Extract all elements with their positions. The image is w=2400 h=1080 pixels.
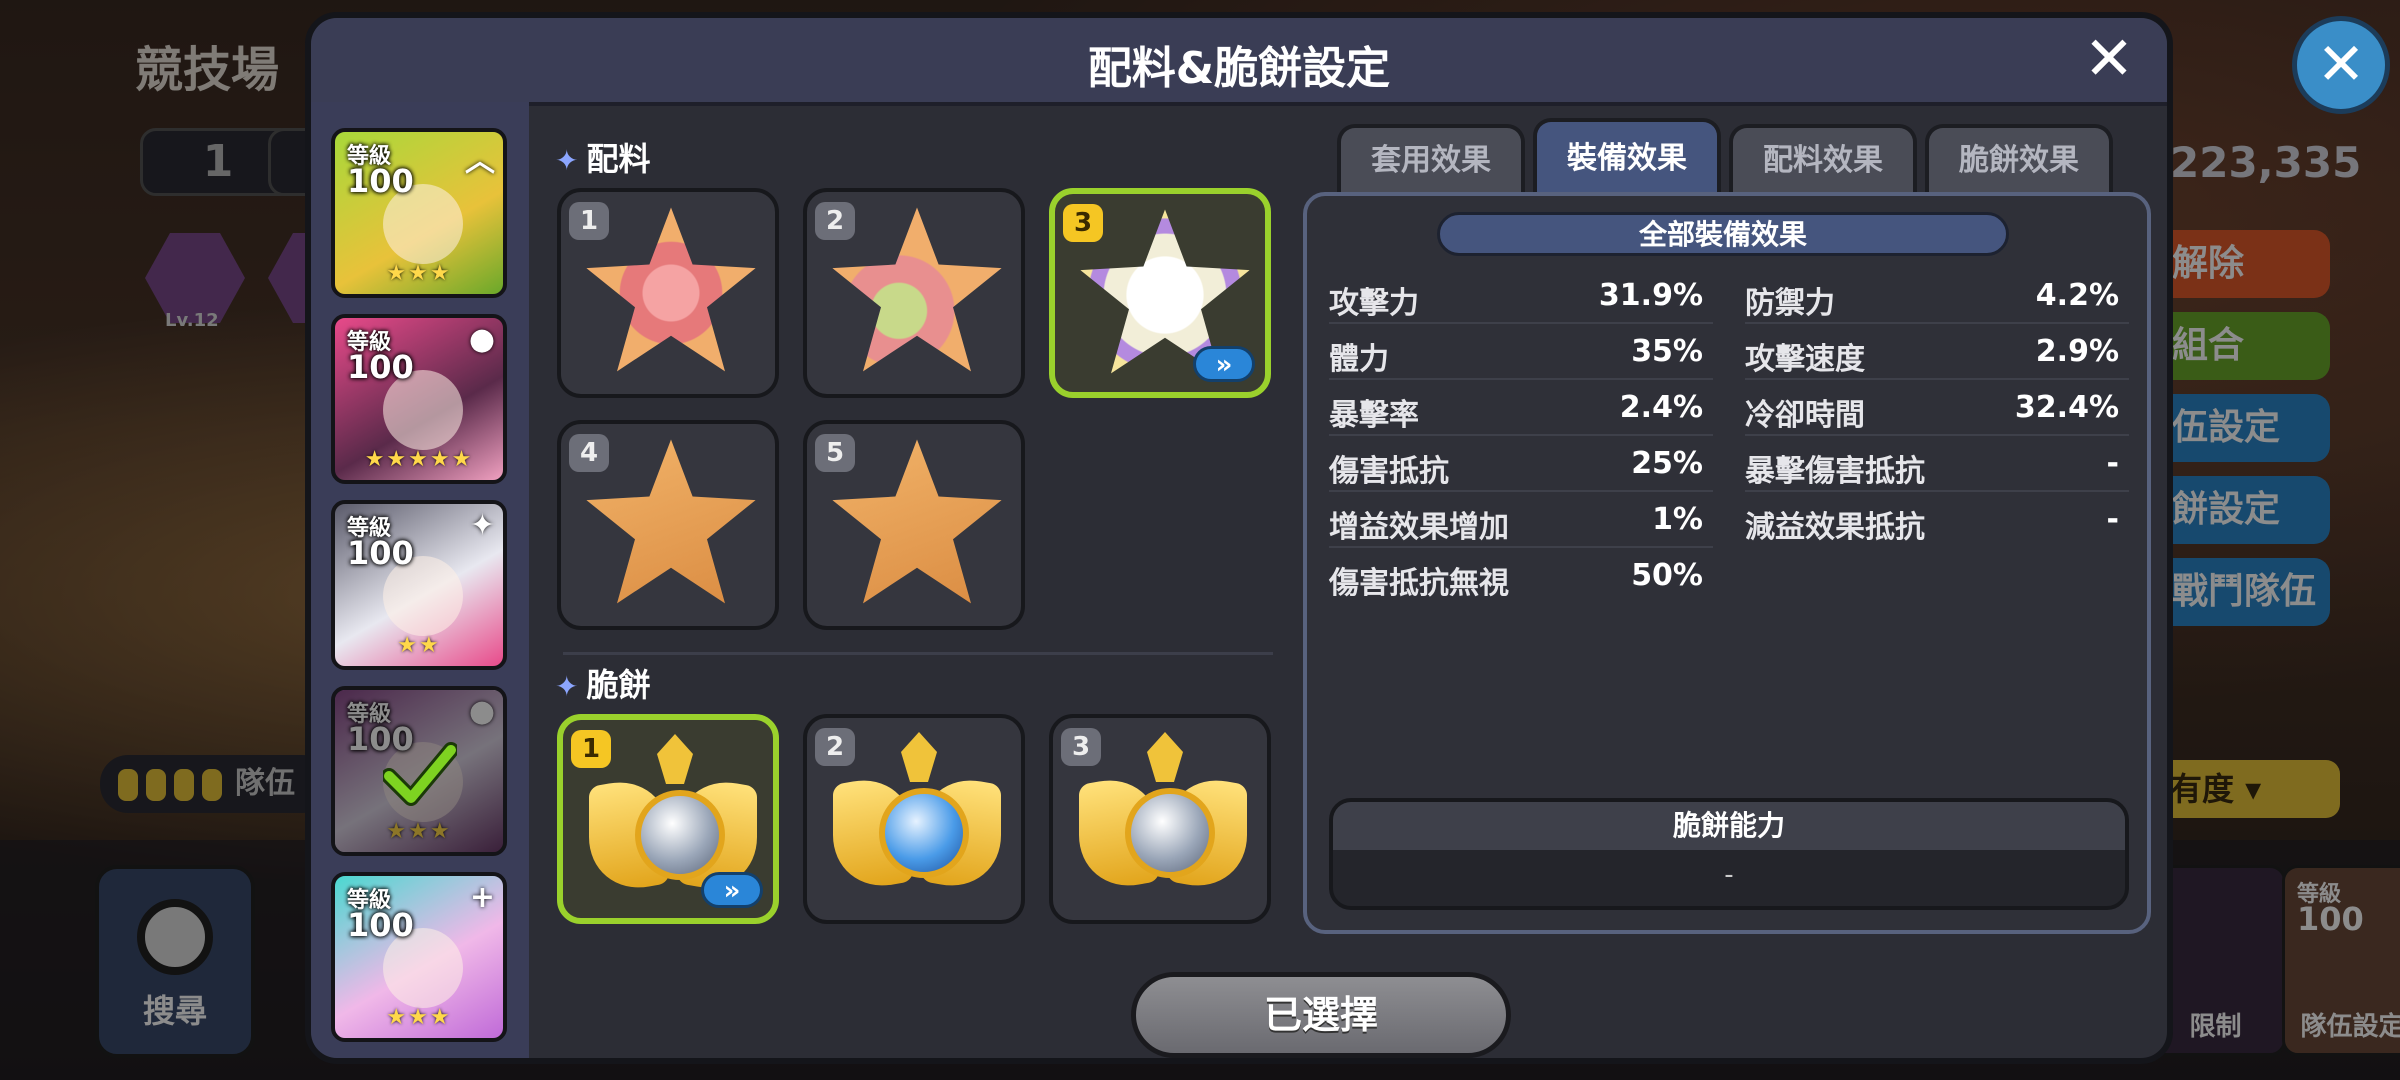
selected-button[interactable]: 已選擇 <box>1131 972 1511 1058</box>
character-card-5[interactable]: 等級 100 + ★★★ <box>331 872 507 1042</box>
tart-slot-3[interactable]: 3 <box>1049 714 1271 924</box>
tart-ability-value: - <box>1724 860 1734 890</box>
tart-jewel-icon <box>829 728 1005 908</box>
double-chevron-right-icon[interactable]: » <box>701 872 763 908</box>
checkmark-icon <box>383 742 457 806</box>
section-divider <box>563 652 1273 655</box>
topping-slot-2[interactable]: 2 <box>803 188 1025 398</box>
plus-icon: + <box>469 880 495 915</box>
stat-name: 暴擊傷害抵抗 <box>1745 454 1925 489</box>
level-value: 100 <box>347 162 414 200</box>
modal-header: 配料&脆餅設定 ✕ <box>311 18 2167 106</box>
slot-number: 1 <box>571 730 611 768</box>
level-label: 等級 <box>347 702 392 727</box>
character-card-3[interactable]: 等級 100 ✦ ★★ <box>331 500 507 670</box>
stat-row: 冷卻時間 32.4% <box>1745 380 2129 436</box>
topping-slot-4[interactable]: 4 <box>557 420 779 630</box>
stat-name: 增益效果增加 <box>1329 510 1509 545</box>
star-rating: ★★ <box>397 633 441 658</box>
star-rating: ★★★ <box>386 261 452 286</box>
stat-name: 傷害抵抗 <box>1329 454 1449 489</box>
stat-row: 傷害抵抗無視 50% <box>1329 548 1713 602</box>
stats-panel: 全部裝備效果 攻擊力 31.9% 體力 35% 暴擊率 2.4% 傷害抵抗 25% 增益… <box>1303 192 2151 934</box>
level-value: 100 <box>347 348 414 386</box>
level-value: 100 <box>347 534 414 572</box>
chevron-up-icon: ︿ <box>465 144 495 179</box>
stat-name: 攻擊速度 <box>1745 342 1865 377</box>
level-value: 100 <box>347 906 414 944</box>
tarts-label: 脆餅 <box>586 666 651 704</box>
stat-row: 體力 35% <box>1329 324 1713 380</box>
tab-topping-effects[interactable]: 配料效果 <box>1729 124 1917 192</box>
stat-name: 防禦力 <box>1745 286 1835 321</box>
stat-value: 25% <box>1631 446 1703 481</box>
stat-row: 攻擊力 31.9% <box>1329 268 1713 324</box>
tarts-section-title: ✦ 脆餅 <box>555 660 650 706</box>
slot-number: 2 <box>815 728 855 766</box>
slot-number: 5 <box>815 434 855 472</box>
stat-name: 減益效果抵抗 <box>1745 510 1925 545</box>
stat-row: 傷害抵抗 25% <box>1329 436 1713 492</box>
tab-applied-effects[interactable]: 套用效果 <box>1337 124 1525 192</box>
character-card-2[interactable]: 等級 100 ● ★★★★★ <box>331 314 507 484</box>
stat-value: 35% <box>1631 334 1703 369</box>
stat-row: 減益效果抵抗 - <box>1745 492 2129 546</box>
stat-value: 32.4% <box>2014 390 2119 425</box>
bomb-icon: ● <box>468 322 495 357</box>
star-rating: ★★★ <box>386 1005 452 1030</box>
stat-name: 暴擊率 <box>1329 398 1419 433</box>
stat-name: 攻擊力 <box>1329 286 1419 321</box>
stat-name: 體力 <box>1329 342 1389 377</box>
tart-slot-1-selected[interactable]: 1 » <box>557 714 779 924</box>
stat-row: 攻擊速度 2.9% <box>1745 324 2129 380</box>
topping-slot-5[interactable]: 5 <box>803 420 1025 630</box>
stat-row: 暴擊率 2.4% <box>1329 380 1713 436</box>
bomb-icon: ● <box>468 694 495 729</box>
star-rating: ★★★ <box>386 819 452 844</box>
tart-slot-2[interactable]: 2 <box>803 714 1025 924</box>
stat-value: 2.9% <box>2035 334 2119 369</box>
toppings-section-title: ✦ 配料 <box>555 134 650 180</box>
tab-tart-effects[interactable]: 脆餅效果 <box>1925 124 2113 192</box>
tart-jewel-icon <box>1075 728 1251 908</box>
stat-row: 暴擊傷害抵抗 - <box>1745 436 2129 492</box>
stats-header: 全部裝備效果 <box>1437 212 2009 256</box>
stat-value: - <box>2106 446 2119 481</box>
stat-name: 傷害抵抗無視 <box>1329 566 1509 601</box>
character-list: 等級 100 ︿ ★★★ 等級 100 ● ★★★★★ 等級 100 ✦ ★★ … <box>311 102 529 1058</box>
stat-row: 增益效果增加 1% <box>1329 492 1713 548</box>
slot-number: 3 <box>1063 204 1103 242</box>
modal-title: 配料&脆餅設定 <box>1087 43 1391 94</box>
stat-value: 2.4% <box>1619 390 1703 425</box>
slot-number: 1 <box>569 202 609 240</box>
tart-ability-box: 脆餅能力 - <box>1329 798 2129 910</box>
character-card-4-selected[interactable]: 等級 100 ● ★★★ <box>331 686 507 856</box>
sparkle-icon: ✦ <box>555 144 579 177</box>
double-chevron-right-icon[interactable]: » <box>1193 346 1255 382</box>
slot-number: 4 <box>569 434 609 472</box>
stat-name: 冷卻時間 <box>1745 398 1865 433</box>
topping-slot-1[interactable]: 1 <box>557 188 779 398</box>
stat-value: - <box>2106 502 2119 537</box>
tab-equipped-effects[interactable]: 裝備效果 <box>1533 118 1721 194</box>
stat-value: 50% <box>1631 558 1703 593</box>
star-rating: ★★★★★ <box>364 447 474 472</box>
topping-tart-settings-modal: 配料&脆餅設定 ✕ 等級 100 ︿ ★★★ 等級 100 ● ★★★★★ 等級… <box>305 12 2173 1064</box>
topping-slot-3-selected[interactable]: 3 » <box>1049 188 1271 398</box>
character-card-1[interactable]: 等級 100 ︿ ★★★ <box>331 128 507 298</box>
slot-number: 2 <box>815 202 855 240</box>
stat-row: 防禦力 4.2% <box>1745 268 2129 324</box>
outer-close-icon[interactable]: ✕ <box>2292 16 2390 114</box>
sparkle-icon: ✦ <box>555 670 579 703</box>
tart-ability-label: 脆餅能力 <box>1333 802 2125 850</box>
stat-value: 31.9% <box>1598 278 1703 313</box>
close-icon[interactable]: ✕ <box>2079 29 2139 90</box>
stat-value: 4.2% <box>2035 278 2119 313</box>
stat-value: 1% <box>1652 502 1703 537</box>
toppings-label: 配料 <box>586 140 651 178</box>
sparkle-icon: ✦ <box>469 508 495 543</box>
slot-number: 3 <box>1061 728 1101 766</box>
